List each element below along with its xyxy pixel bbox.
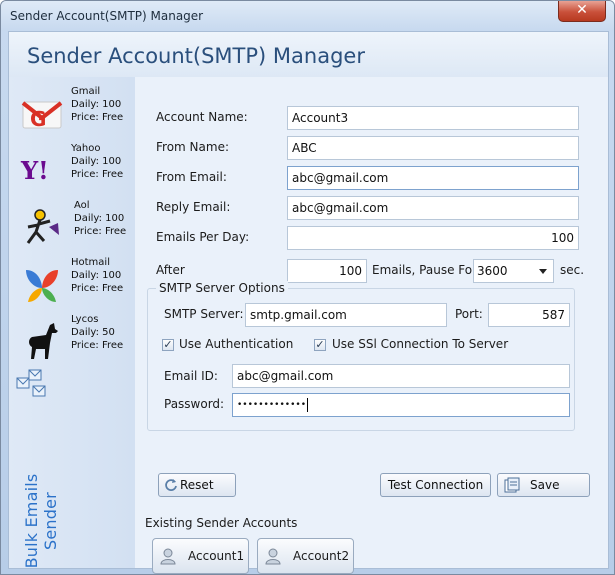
account1-label: Account1 [188, 549, 245, 563]
smtp-options-group: SMTP Server Options SMTP Server: smtp.gm… [147, 281, 575, 431]
provider-price: Price: Free [71, 112, 124, 123]
lycos-icon [29, 323, 58, 359]
from-name-label: From Name: [156, 140, 229, 154]
client-area: Sender Account(SMTP) Manager G Gmail Dai… [8, 31, 609, 574]
window-title: Sender Account(SMTP) Manager [10, 9, 204, 23]
envelopes-icon [16, 369, 46, 397]
main-panel: Account Name: Account3 From Name: ABC Fr… [135, 77, 608, 574]
svg-text:G: G [30, 107, 46, 131]
smtp-options-title: SMTP Server Options [156, 281, 288, 295]
provider-daily: Daily: 100 [71, 99, 122, 110]
account-name-label: Account Name: [156, 110, 248, 124]
sec-label: sec. [560, 263, 585, 277]
user-icon [160, 548, 176, 565]
provider-name: Lycos [71, 314, 99, 325]
page-title: Sender Account(SMTP) Manager [27, 44, 365, 68]
provider-gmail[interactable]: G Gmail Daily: 100 Price: Free [9, 85, 135, 141]
user-icon [265, 548, 281, 565]
reply-email-input[interactable]: abc@gmail.com [287, 196, 579, 220]
provider-aol[interactable]: Aol Daily: 100 Price: Free [9, 199, 135, 255]
use-authentication-label: Use Authentication [179, 337, 294, 351]
provider-yahoo[interactable]: Y! Yahoo Daily: 100 Price: Free [9, 142, 135, 198]
provider-daily: Daily: 100 [74, 213, 125, 224]
bulk-emails-sender-label: Bulk Emails Sender [22, 473, 60, 569]
use-ssl-label: Use SSl Connection To Server [332, 337, 509, 351]
test-connection-button[interactable]: Test Connection [380, 473, 491, 497]
emails-per-day-label: Emails Per Day: [156, 230, 250, 244]
aol-icon [26, 209, 59, 244]
from-email-label: From Email: [156, 170, 227, 184]
reset-label: Reset [180, 478, 214, 492]
provider-price: Price: Free [71, 340, 124, 351]
refresh-icon [165, 479, 177, 491]
password-mask: ••••••••••••• [237, 400, 307, 410]
provider-price: Price: Free [71, 283, 124, 294]
account2-label: Account2 [293, 549, 350, 563]
title-bar: Sender Account(SMTP) Manager ✕ [1, 1, 614, 31]
provider-price: Price: Free [71, 169, 124, 180]
provider-price: Price: Free [74, 226, 127, 237]
from-email-input[interactable]: abc@gmail.com [287, 166, 579, 190]
from-name-input[interactable]: ABC [287, 136, 579, 160]
text-caret [307, 397, 309, 412]
port-label: Port: [455, 307, 483, 321]
provider-hotmail[interactable]: Hotmail Daily: 100 Price: Free [9, 256, 135, 312]
smtp-server-label: SMTP Server: [164, 307, 244, 321]
hotmail-icon [26, 270, 58, 302]
chevron-down-icon[interactable] [539, 269, 547, 274]
save-label: Save [530, 478, 560, 492]
provider-daily: Daily: 100 [71, 270, 122, 281]
provider-lycos[interactable]: Lycos Daily: 50 Price: Free [9, 313, 135, 369]
save-icon [504, 477, 520, 493]
existing-accounts-title: Existing Sender Accounts [145, 516, 298, 530]
pause-seconds-value: 3600 [477, 264, 508, 278]
email-id-label: Email ID: [164, 369, 218, 383]
provider-name: Gmail [71, 86, 101, 97]
app-window: Sender Account(SMTP) Manager ✕ Sender Ac… [0, 0, 615, 575]
email-id-input[interactable]: abc@gmail.com [232, 364, 570, 388]
save-button[interactable]: Save [497, 473, 590, 497]
smtp-server-input[interactable]: smtp.gmail.com [245, 303, 447, 327]
password-input[interactable]: ••••••••••••• [232, 393, 570, 417]
use-ssl-checkbox[interactable]: ✓ [314, 339, 326, 351]
emails-per-day-input[interactable]: 100 [287, 226, 579, 250]
pause-seconds-select[interactable]: 3600 [473, 259, 554, 283]
yahoo-icon: Y! [20, 156, 49, 185]
provider-name: Aol [74, 200, 90, 211]
header: Sender Account(SMTP) Manager [9, 32, 608, 77]
reset-button[interactable]: Reset [158, 473, 236, 497]
account2-button[interactable]: Account2 [257, 538, 354, 574]
provider-daily: Daily: 50 [71, 327, 115, 338]
test-connection-label: Test Connection [387, 478, 484, 492]
account-name-input[interactable]: Account3 [287, 106, 579, 130]
pause-for-label: Emails, Pause For [372, 263, 478, 277]
after-count-input[interactable]: 100 [287, 259, 367, 283]
use-authentication-checkbox[interactable]: ✓ [162, 339, 174, 351]
provider-name: Yahoo [71, 143, 101, 154]
password-label: Password: [164, 397, 225, 411]
reply-email-label: Reply Email: [156, 200, 231, 214]
account1-button[interactable]: Account1 [152, 538, 249, 574]
sidebar: G Gmail Daily: 100 Price: Free Y! Yahoo … [9, 77, 136, 568]
close-button[interactable]: ✕ [558, 1, 606, 22]
gmail-icon: G [21, 101, 63, 131]
provider-name: Hotmail [71, 257, 110, 268]
provider-daily: Daily: 100 [71, 156, 122, 167]
port-input[interactable]: 587 [488, 303, 570, 327]
after-label: After [156, 263, 185, 277]
svg-text:Y!: Y! [20, 156, 49, 185]
